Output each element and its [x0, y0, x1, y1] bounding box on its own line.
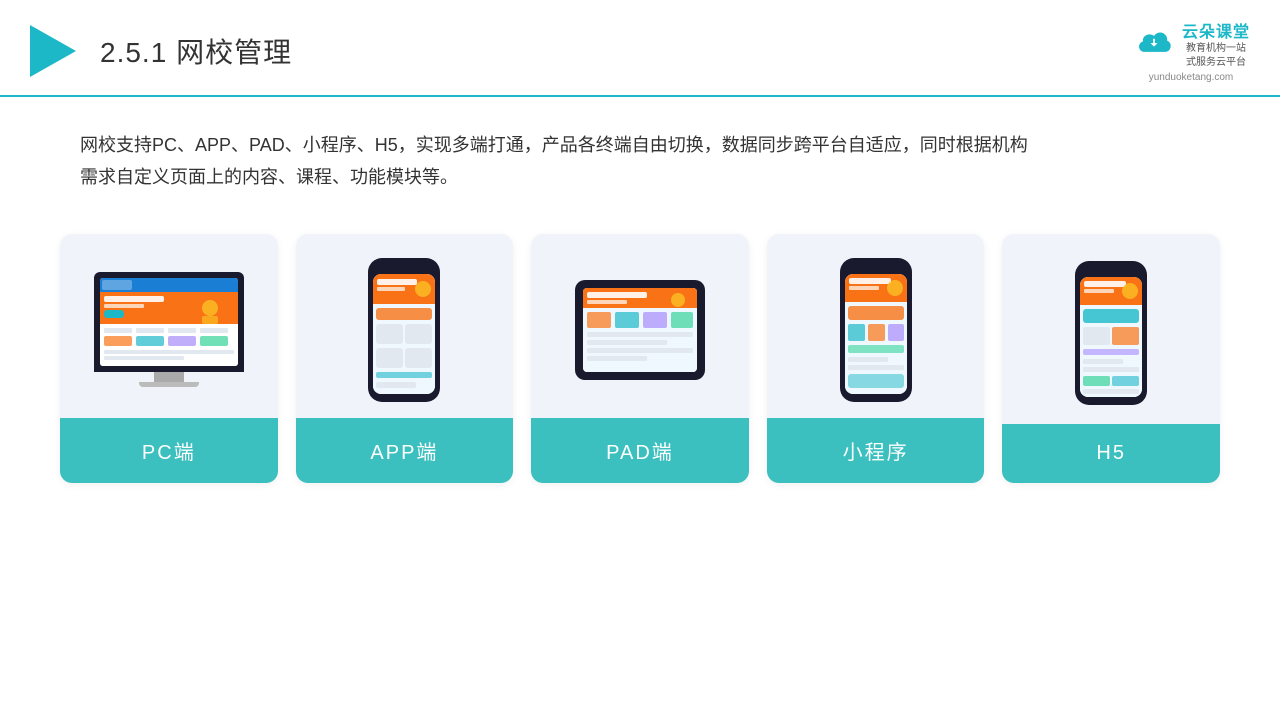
device-card-miniprogram: 小程序	[767, 234, 985, 483]
tablet-screen-svg	[583, 288, 697, 372]
device-card-h5: H5	[1002, 234, 1220, 483]
phone-mockup-app	[368, 258, 440, 402]
phone-mockup-h5	[1075, 261, 1147, 405]
phone-notch-h5	[1101, 269, 1121, 274]
device-image-h5	[1002, 234, 1220, 424]
cloud-logo-container: 云朵课堂 教育机构一站 式服务云平台	[1132, 18, 1250, 70]
brand-logo: 云朵课堂 教育机构一站 式服务云平台 yunduoketang.com	[1132, 18, 1250, 83]
device-card-app: APP端	[296, 234, 514, 483]
device-cards-section: PC端	[0, 204, 1280, 503]
tablet-outer	[575, 280, 705, 380]
pc-screen-outer	[94, 272, 244, 372]
pc-mockup	[94, 272, 244, 387]
device-label-pad: PAD端	[531, 418, 749, 483]
phone-screen-app	[373, 274, 435, 394]
cloud-icon	[1132, 29, 1176, 59]
device-card-pad: PAD端	[531, 234, 749, 483]
phone-screen-h5	[1080, 277, 1142, 397]
page-title: 2.5.1 网校管理	[100, 31, 292, 71]
description-text: 网校支持PC、APP、PAD、小程序、H5，实现多端打通，产品各终端自由切换，数…	[80, 129, 1200, 194]
phone-notch-miniprogram	[866, 266, 886, 271]
device-image-miniprogram	[767, 234, 985, 418]
phone-outer-app	[368, 258, 440, 402]
title-main: 网校管理	[176, 37, 292, 68]
pc-base	[139, 382, 199, 387]
page-header: 2.5.1 网校管理 云朵课堂 教育机构一站 式服务云平台 yunduoketa…	[0, 0, 1280, 97]
phone-screen-miniprogram	[845, 274, 907, 394]
device-label-pc: PC端	[60, 418, 278, 483]
logo-triangle-icon	[30, 25, 76, 77]
phone-screen-svg-app	[373, 274, 435, 394]
brand-url: yunduoketang.com	[1149, 72, 1234, 83]
phone-outer-miniprogram	[840, 258, 912, 402]
phone-mockup-miniprogram	[840, 258, 912, 402]
phone-screen-svg-h5	[1080, 277, 1142, 397]
device-label-app: APP端	[296, 418, 514, 483]
device-card-pc: PC端	[60, 234, 278, 483]
phone-screen-svg-miniprogram	[845, 274, 907, 394]
brand-name: 云朵课堂	[1182, 18, 1250, 42]
tablet-mockup	[575, 280, 705, 380]
pc-screen-svg	[100, 278, 238, 366]
phone-outer-h5	[1075, 261, 1147, 405]
pc-stand	[154, 372, 184, 382]
tablet-screen	[583, 288, 697, 372]
phone-notch-app	[394, 266, 414, 271]
pc-screen-inner	[100, 278, 238, 366]
device-image-app	[296, 234, 514, 418]
description-section: 网校支持PC、APP、PAD、小程序、H5，实现多端打通，产品各终端自由切换，数…	[0, 97, 1280, 204]
device-image-pad	[531, 234, 749, 418]
title-number: 2.5.1	[100, 37, 167, 68]
device-image-pc	[60, 234, 278, 418]
brand-tagline: 教育机构一站 式服务云平台	[1182, 42, 1250, 70]
device-label-miniprogram: 小程序	[767, 418, 985, 483]
device-label-h5: H5	[1002, 424, 1220, 483]
header-left: 2.5.1 网校管理	[30, 25, 292, 77]
